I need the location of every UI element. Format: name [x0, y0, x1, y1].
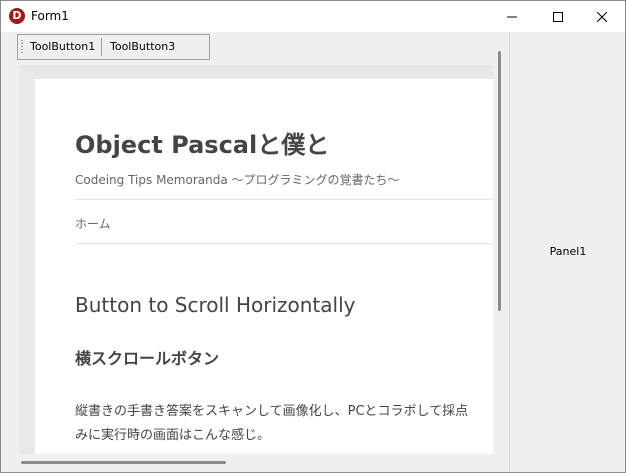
minimize-icon	[507, 16, 517, 17]
horizontal-scrollbar-thumb[interactable]	[21, 461, 226, 464]
window-title: Form1	[31, 9, 69, 23]
web-browser-view[interactable]: Object Pascalと僕と Codeing Tips Memoranda …	[19, 65, 493, 454]
maximize-button[interactable]	[535, 1, 581, 32]
title-bar[interactable]: D Form1	[1, 1, 625, 32]
post-subtitle: 横スクロールボタン	[75, 349, 220, 368]
post-body-line: 縦書きの手書き答案をスキャンして画像化し、PCとコラボして採点	[75, 404, 469, 419]
site-title[interactable]: Object Pascalと僕と	[75, 125, 329, 160]
divider	[75, 199, 493, 200]
vertical-scrollbar[interactable]	[493, 34, 509, 455]
post-body-line: みに実行時の画面はこんな感じ。	[75, 428, 271, 443]
vertical-scrollbar-thumb[interactable]	[498, 51, 501, 311]
close-button[interactable]	[579, 1, 625, 32]
toolbar-grip[interactable]	[21, 40, 23, 54]
site-tagline: Codeing Tips Memoranda ～プログラミングの覚書たち～	[75, 173, 400, 187]
delphi-app-icon: D	[9, 8, 25, 24]
toolbutton-3[interactable]: ToolButton3	[110, 38, 175, 56]
minimize-button[interactable]	[489, 1, 535, 32]
panel1: Panel1	[509, 32, 625, 472]
divider	[75, 243, 493, 244]
maximize-icon	[553, 11, 563, 22]
post-title[interactable]: Button to Scroll Horizontally	[75, 293, 355, 317]
toolbutton-1[interactable]: ToolButton1	[30, 38, 95, 56]
toolbar-separator	[101, 38, 102, 56]
toolbar: ToolButton1 ToolButton3	[17, 34, 210, 60]
close-icon	[597, 11, 607, 22]
main-window: D Form1 ToolButton1 ToolButton3 Object P…	[0, 0, 626, 473]
nav-link-home[interactable]: ホーム	[75, 215, 111, 232]
web-page: Object Pascalと僕と Codeing Tips Memoranda …	[35, 79, 493, 454]
panel-caption: Panel1	[549, 245, 587, 258]
